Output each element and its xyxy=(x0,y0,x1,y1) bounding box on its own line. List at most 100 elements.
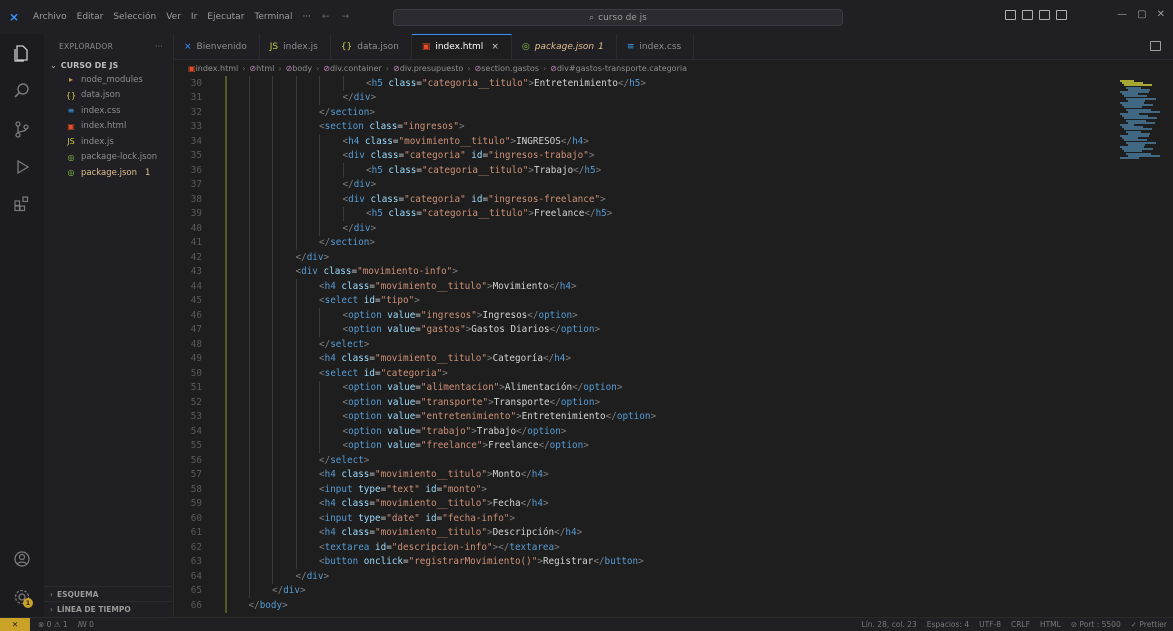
manage-gear-icon[interactable]: 1 xyxy=(11,586,33,608)
explorer-icon[interactable] xyxy=(11,42,33,64)
close-tab-icon[interactable]: × xyxy=(491,42,499,52)
file-item[interactable]: ◎ package.json 1 xyxy=(44,165,173,181)
code-line[interactable]: 35 <div class="categoria" id="ingresos-tr… xyxy=(174,148,1114,163)
outline-section[interactable]: › ESQUEMA xyxy=(44,586,174,601)
file-item[interactable]: {} data.json xyxy=(44,88,173,104)
breadcrumb-item[interactable]: html xyxy=(256,64,274,73)
workspace-folder[interactable]: ⌄ CURSO DE JS xyxy=(44,58,173,72)
code-line[interactable]: 49 <h4 class="movimiento__titulo">Categor… xyxy=(174,351,1114,366)
code-line[interactable]: 54 <option value="trabajo">Trabajo</optio… xyxy=(174,424,1114,439)
code-line[interactable]: 48 </select> xyxy=(174,337,1114,352)
source-control-icon[interactable] xyxy=(11,118,33,140)
menu-item[interactable]: Archivo xyxy=(28,12,72,22)
code-line[interactable]: 61 <h4 class="movimiento__titulo">Descrip… xyxy=(174,525,1114,540)
code-line[interactable]: 42 </div> xyxy=(174,250,1114,265)
code-line[interactable]: 51 <option value="alimentacion">Alimentac… xyxy=(174,380,1114,395)
menu-item[interactable]: Editar xyxy=(72,12,109,22)
file-item[interactable]: ◎ package-lock.json xyxy=(44,150,173,166)
file-item[interactable]: ▣ index.html xyxy=(44,119,173,135)
menu-item[interactable]: Ejecutar xyxy=(202,12,249,22)
code-line[interactable]: 32 </section> xyxy=(174,105,1114,120)
status-item[interactable]: HTML xyxy=(1040,620,1061,629)
code-line[interactable]: 64 </div> xyxy=(174,569,1114,584)
status-item[interactable]: UTF-8 xyxy=(979,620,1001,629)
file-item[interactable]: ▸ node_modules xyxy=(44,72,173,88)
maximize-icon[interactable]: ▢ xyxy=(1137,9,1146,20)
editor-tab[interactable]: ▣ index.html × xyxy=(411,34,512,59)
split-editor-icon[interactable] xyxy=(1150,41,1161,51)
code-line[interactable]: 57 <h4 class="movimiento__titulo">Monto</… xyxy=(174,467,1114,482)
menu-item[interactable]: Ir xyxy=(186,12,202,22)
code-line[interactable]: 37 </div> xyxy=(174,177,1114,192)
code-line[interactable]: 45 <select id="tipo"> xyxy=(174,293,1114,308)
minimize-icon[interactable]: — xyxy=(1117,9,1127,20)
menu-item[interactable]: ··· xyxy=(297,12,316,22)
toggle-panel-icon[interactable] xyxy=(1022,10,1033,20)
code-line[interactable]: 34 <h4 class="movimiento__titulo">INGRESO… xyxy=(174,134,1114,149)
breadcrumb-item[interactable]: div.container xyxy=(330,64,382,73)
code-line[interactable]: 58 <input type="text" id="monto"> xyxy=(174,482,1114,497)
command-center-search[interactable]: ⌕ curso de js xyxy=(393,9,843,26)
code-line[interactable]: 53 <option value="entretenimiento">Entret… xyxy=(174,409,1114,424)
editor-tab[interactable]: {} data.json xyxy=(331,34,412,59)
file-item[interactable]: ≡ index.css xyxy=(44,103,173,119)
code-line[interactable]: 52 <option value="transporte">Transporte<… xyxy=(174,395,1114,410)
breadcrumb-item[interactable]: div#gastos-transporte.categoria xyxy=(557,64,687,73)
menu-item[interactable]: Ver xyxy=(161,12,186,22)
editor-tab[interactable]: ≡ index.css xyxy=(617,34,695,59)
editor-tab[interactable]: ◎ package.json 1 xyxy=(512,34,617,59)
forward-arrow-icon[interactable]: → xyxy=(336,12,356,22)
code-line[interactable]: 62 <textarea id="descripcion-info"></text… xyxy=(174,540,1114,555)
status-item[interactable]: ✓ Prettier xyxy=(1131,620,1167,629)
status-item[interactable]: Lín. 28, col. 23 xyxy=(862,620,917,629)
run-debug-icon[interactable] xyxy=(11,156,33,178)
editor-tab[interactable]: JS index.js xyxy=(260,34,331,59)
breadcrumb-item[interactable]: body xyxy=(292,64,312,73)
minimap[interactable] xyxy=(1114,76,1173,617)
remote-indicator[interactable]: ✕ xyxy=(0,617,30,631)
code-line[interactable]: 33 <section class="ingresos"> xyxy=(174,119,1114,134)
code-line[interactable]: 60 <input type="date" id="fecha-info"> xyxy=(174,511,1114,526)
timeline-section[interactable]: › LÍNEA DE TIEMPO xyxy=(44,601,174,616)
code-line[interactable]: 66 </body> xyxy=(174,598,1114,613)
ports-status[interactable]: ꟿ 0 xyxy=(78,620,94,629)
code-line[interactable]: 50 <select id="categoria"> xyxy=(174,366,1114,381)
file-item[interactable]: JS index.js xyxy=(44,134,173,150)
code-line[interactable]: 40 </div> xyxy=(174,221,1114,236)
extensions-icon[interactable] xyxy=(11,192,33,214)
status-item[interactable]: Espacios: 4 xyxy=(927,620,969,629)
code-line[interactable]: 46 <option value="ingresos">Ingresos</opt… xyxy=(174,308,1114,323)
breadcrumb-item[interactable]: index.html xyxy=(196,64,239,73)
code-line[interactable]: 36 <h5 class="categoria__titulo">Trabajo<… xyxy=(174,163,1114,178)
breadcrumb-item[interactable]: section.gastos xyxy=(481,64,539,73)
breadcrumb-item[interactable]: div.presupuesto xyxy=(400,64,464,73)
back-arrow-icon[interactable]: ← xyxy=(316,12,336,22)
menu-item[interactable]: Selección xyxy=(108,12,161,22)
search-icon[interactable] xyxy=(11,80,33,102)
status-item[interactable]: ⊘ Port : 5500 xyxy=(1071,620,1121,629)
code-line[interactable]: 38 <div class="categoria" id="ingresos-fr… xyxy=(174,192,1114,207)
code-line[interactable]: 65 </div> xyxy=(174,583,1114,598)
more-actions-icon[interactable]: ··· xyxy=(155,42,163,51)
toggle-secondary-sidebar-icon[interactable] xyxy=(1039,10,1050,20)
menu-item[interactable]: Terminal xyxy=(249,12,297,22)
code-line[interactable]: 59 <h4 class="movimiento__titulo">Fecha</… xyxy=(174,496,1114,511)
customize-layout-icon[interactable] xyxy=(1056,10,1067,20)
code-line[interactable]: 63 <button onclick="registrarMovimiento()… xyxy=(174,554,1114,569)
code-editor[interactable]: 30 <h5 class="categoria__titulo">Entreten… xyxy=(174,76,1114,617)
editor-tab[interactable]: ⨯ Bienvenido xyxy=(174,34,260,59)
code-line[interactable]: 55 <option value="freelance">Freelance</o… xyxy=(174,438,1114,453)
status-item[interactable]: CRLF xyxy=(1011,620,1030,629)
problems-status[interactable]: ⊗ 0 ⚠ 1 xyxy=(38,620,68,629)
account-icon[interactable] xyxy=(11,548,33,570)
toggle-sidebar-icon[interactable] xyxy=(1005,10,1016,20)
code-line[interactable]: 56 </select> xyxy=(174,453,1114,468)
code-line[interactable]: 43 <div class="movimiento-info"> xyxy=(174,264,1114,279)
close-window-icon[interactable]: ✕ xyxy=(1157,9,1165,20)
code-line[interactable]: 30 <h5 class="categoria__titulo">Entreten… xyxy=(174,76,1114,91)
code-line[interactable]: 31 </div> xyxy=(174,90,1114,105)
code-line[interactable]: 41 </section> xyxy=(174,235,1114,250)
code-line[interactable]: 39 <h5 class="categoria__titulo">Freelanc… xyxy=(174,206,1114,221)
code-line[interactable]: 44 <h4 class="movimiento__titulo">Movimie… xyxy=(174,279,1114,294)
code-line[interactable]: 47 <option value="gastos">Gastos Diarios<… xyxy=(174,322,1114,337)
